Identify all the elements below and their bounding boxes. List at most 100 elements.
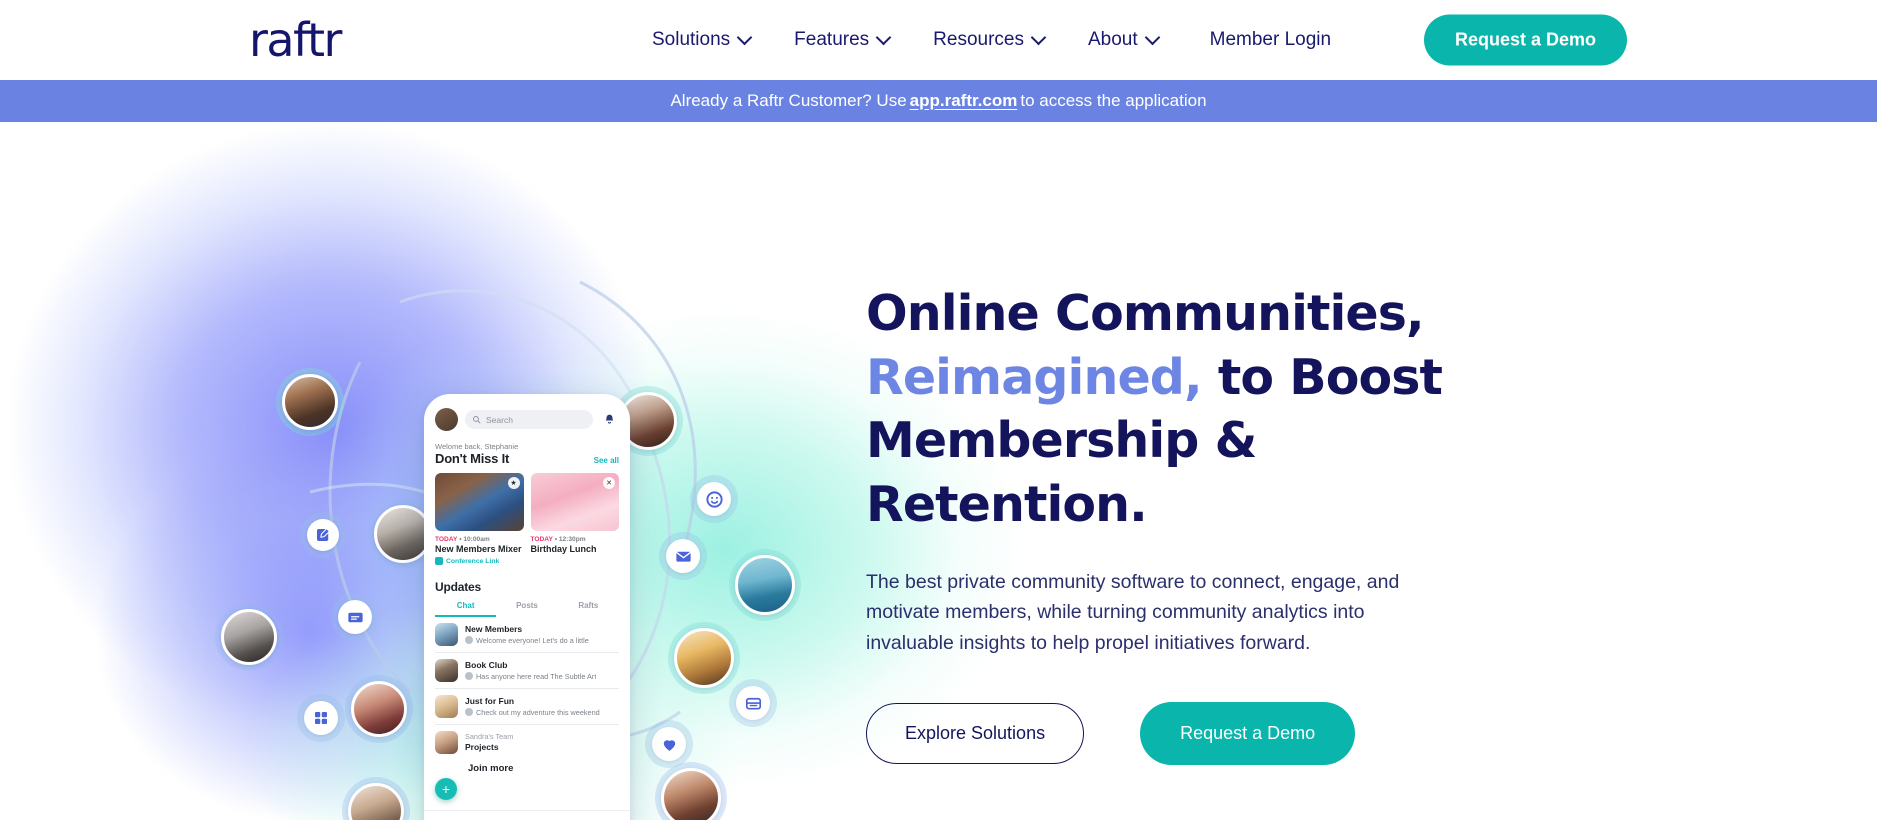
envelope-icon-bubble[interactable] xyxy=(659,532,707,580)
chat-list-item[interactable]: Just for Fun Check out my adventure this… xyxy=(424,689,630,724)
nav-item-resources[interactable]: Resources xyxy=(911,21,1066,59)
team-thumbnail xyxy=(435,731,458,754)
tab-rafts[interactable]: Rafts xyxy=(558,601,619,617)
join-more-label[interactable]: Join more xyxy=(424,760,630,774)
nav-label: Member Login xyxy=(1209,29,1332,50)
edit-note-icon xyxy=(317,528,330,541)
chevron-down-icon xyxy=(875,29,892,45)
phone-welcome-text: Welome back, Stephanie xyxy=(435,442,519,451)
chat-preview-text: Check out my adventure this weekend xyxy=(476,707,600,717)
nav-label: About xyxy=(1087,29,1138,50)
flag-icon-bubble[interactable] xyxy=(331,593,379,641)
phone-updates-title: Updates xyxy=(435,580,481,594)
banner-text-before: Already a Raftr Customer? Use xyxy=(670,91,907,110)
close-icon[interactable]: ✕ xyxy=(603,477,615,489)
page-title: Online Communities, Reimagined, to Boost… xyxy=(866,282,1526,537)
member-avatar-1[interactable] xyxy=(276,368,344,436)
member-avatar-7[interactable] xyxy=(729,549,801,621)
event-clock: • 10:00am xyxy=(457,536,490,543)
chevron-down-icon xyxy=(1144,29,1160,45)
envelope-icon xyxy=(675,551,691,562)
sender-avatar-icon xyxy=(465,672,473,681)
headline-line-2-rest: to Boost xyxy=(1201,348,1443,406)
phone-dont-miss-header: Don't Miss It See all xyxy=(424,451,630,466)
event-card[interactable]: ★ TODAY • 10:00am New Members Mixer Conf… xyxy=(435,473,524,565)
tab-posts[interactable]: Posts xyxy=(496,601,557,617)
note-icon xyxy=(745,697,761,709)
hero-section: Search Welome back, Stephanie Don't Miss… xyxy=(0,122,1877,820)
chat-preview: Welcome everyone! Let's do a little xyxy=(465,636,589,645)
banner-text-after: to access the application xyxy=(1020,91,1207,110)
heart-icon-bubble[interactable] xyxy=(645,720,693,768)
app-raftr-link[interactable]: app.raftr.com xyxy=(910,91,1018,111)
phone-search-input[interactable]: Search xyxy=(465,410,593,429)
team-name: Projects xyxy=(465,741,499,752)
phone-notifications-button[interactable] xyxy=(600,410,619,429)
headline-line-3: Membership & Retention. xyxy=(866,412,1257,534)
chat-preview-text: Welcome everyone! Let's do a little xyxy=(476,635,589,645)
chat-preview: Check out my adventure this weekend xyxy=(465,708,600,717)
chat-preview: Has anyone here read The Subtle Art xyxy=(465,672,596,681)
phone-see-all-link[interactable]: See all xyxy=(594,456,619,465)
chat-preview-text: Has anyone here read The Subtle Art xyxy=(476,671,597,681)
member-avatar-3[interactable] xyxy=(215,603,283,671)
member-avatar-8[interactable] xyxy=(668,622,740,694)
member-avatar-4[interactable] xyxy=(345,675,413,743)
chat-list-item[interactable]: New Members Welcome everyone! Let's do a… xyxy=(424,617,630,652)
customer-notice-banner: Already a Raftr Customer? Use app.raftr.… xyxy=(0,80,1877,122)
team-owner: Sandra's Team xyxy=(465,731,514,741)
phone-top-bar: Search xyxy=(424,394,630,439)
phone-event-cards: ★ TODAY • 10:00am New Members Mixer Conf… xyxy=(424,466,630,565)
tab-chat[interactable]: Chat xyxy=(435,601,497,617)
sender-avatar-icon xyxy=(465,708,473,717)
phone-user-avatar[interactable] xyxy=(435,408,458,431)
event-conference-link[interactable]: Conference Link xyxy=(435,557,524,565)
chat-title: Just for Fun xyxy=(465,696,515,707)
create-fab-button[interactable]: + xyxy=(435,778,457,800)
grid-icon xyxy=(315,712,327,724)
headline-line-1: Online Communities, xyxy=(866,285,1425,342)
main-navigation: Solutions Features Resources About Membe… xyxy=(630,21,1353,59)
header-request-demo-button[interactable]: Request a Demo xyxy=(1424,14,1628,66)
hero-request-demo-button[interactable]: Request a Demo xyxy=(1140,701,1356,765)
video-icon xyxy=(435,557,443,565)
site-header: raftr Solutions Features Resources About… xyxy=(0,0,1877,80)
raftr-logo[interactable]: raftr xyxy=(249,17,342,63)
sender-avatar-icon xyxy=(465,636,473,645)
search-icon xyxy=(473,416,481,424)
edit-note-icon-bubble[interactable] xyxy=(300,512,346,558)
event-time: TODAY • 12:30pm xyxy=(531,536,620,543)
nav-label: Features xyxy=(794,29,870,50)
chevron-down-icon xyxy=(1030,29,1047,45)
explore-solutions-button[interactable]: Explore Solutions xyxy=(866,702,1085,764)
phone-search-placeholder: Search xyxy=(486,414,513,425)
event-thumbnail: ★ xyxy=(435,473,524,531)
phone-app-mockup: Search Welome back, Stephanie Don't Miss… xyxy=(424,394,630,820)
nav-item-solutions[interactable]: Solutions xyxy=(630,21,772,59)
event-time: TODAY • 10:00am xyxy=(435,536,524,543)
chat-list-item[interactable]: Book Club Has anyone here read The Subtl… xyxy=(424,653,630,688)
note-icon-bubble[interactable] xyxy=(729,679,777,727)
nav-item-about[interactable]: About xyxy=(1066,21,1180,59)
event-link-label: Conference Link xyxy=(446,557,500,565)
grid-icon-bubble[interactable] xyxy=(297,694,345,742)
event-title: Birthday Lunch xyxy=(530,544,597,554)
event-title: New Members Mixer xyxy=(435,544,522,554)
nav-label: Resources xyxy=(933,29,1024,50)
smiley-icon-bubble[interactable] xyxy=(690,475,738,523)
nav-item-features[interactable]: Features xyxy=(772,21,911,59)
event-card[interactable]: ✕ TODAY • 12:30pm Birthday Lunch xyxy=(530,473,620,565)
chat-thumbnail xyxy=(435,695,458,718)
nav-item-member-login[interactable]: Member Login xyxy=(1180,21,1353,59)
star-icon: ★ xyxy=(507,477,520,489)
team-list-item[interactable]: Sandra's Team Projects xyxy=(424,725,630,760)
hero-body-text: The best private community software to c… xyxy=(866,570,1400,654)
chat-thumbnail xyxy=(435,623,458,646)
event-thumbnail: ✕ xyxy=(530,473,619,531)
bell-icon xyxy=(605,414,614,424)
flag-icon xyxy=(347,612,363,622)
smiley-icon xyxy=(705,490,723,508)
event-clock: • 12:30pm xyxy=(552,536,586,543)
phone-updates-tabs: Chat Posts Rafts xyxy=(424,594,630,617)
headline-accent: Reimagined, xyxy=(866,348,1203,406)
